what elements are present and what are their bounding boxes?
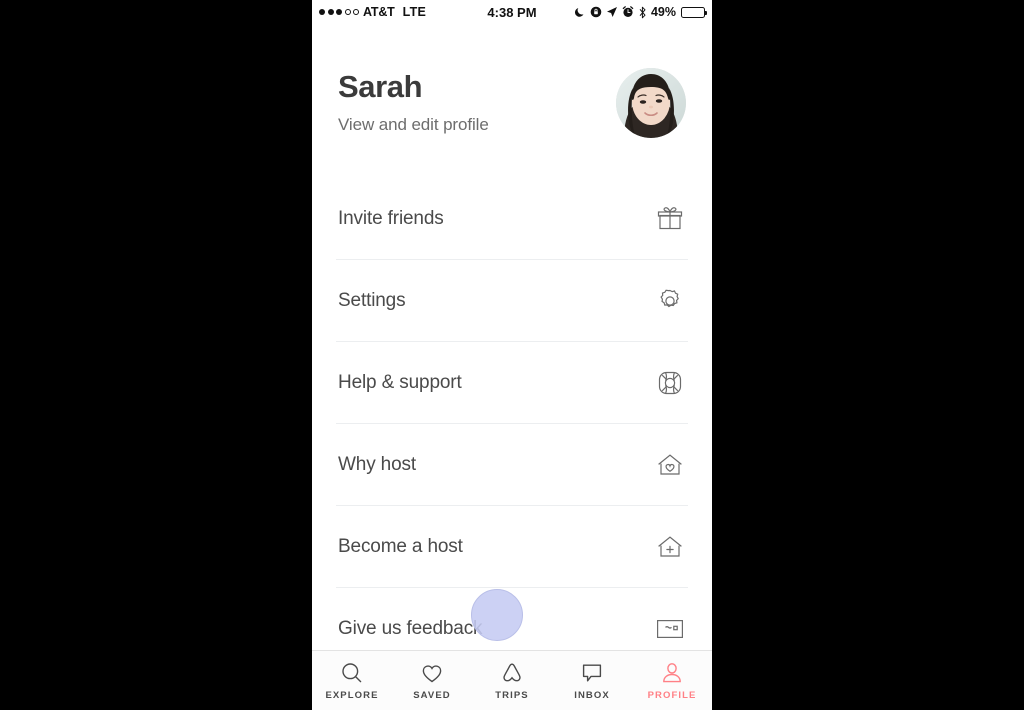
bottom-tab-bar: EXPLORE SAVED TRIPS INBOX PROFILE xyxy=(312,650,712,710)
tab-label: TRIPS xyxy=(495,690,529,701)
menu-item-label: Help & support xyxy=(338,371,462,393)
moon-icon xyxy=(574,6,586,18)
signal-dot-filled xyxy=(327,9,334,15)
avatar-photo xyxy=(616,68,686,138)
tab-profile[interactable]: PROFILE xyxy=(632,651,712,710)
life-ring-icon xyxy=(654,367,686,399)
house-heart-icon xyxy=(654,449,686,481)
tab-explore[interactable]: EXPLORE xyxy=(312,651,392,710)
menu-item-invite-friends[interactable]: Invite friends xyxy=(312,178,712,259)
status-bar: AT&T LTE 4:38 PM 49% xyxy=(312,0,712,24)
battery-icon xyxy=(681,6,707,18)
gift-icon xyxy=(654,203,686,235)
menu-item-settings[interactable]: Settings xyxy=(312,260,712,341)
tab-saved[interactable]: SAVED xyxy=(392,651,472,710)
profile-menu-list: Invite friends Settings Help & support W… xyxy=(312,178,712,670)
search-icon xyxy=(340,660,364,685)
location-arrow-icon xyxy=(606,6,618,18)
signal-dot-empty xyxy=(353,9,359,15)
avatar[interactable] xyxy=(616,68,686,138)
profile-name: Sarah xyxy=(338,69,423,105)
tab-trips[interactable]: TRIPS xyxy=(472,651,552,710)
profile-header[interactable]: Sarah View and edit profile xyxy=(312,24,712,138)
airbnb-belo-icon xyxy=(500,660,524,685)
heart-icon xyxy=(420,660,444,685)
menu-item-help-support[interactable]: Help & support xyxy=(312,342,712,423)
bluetooth-icon xyxy=(638,6,647,19)
menu-item-label: Become a host xyxy=(338,535,463,557)
speech-bubble-icon xyxy=(580,660,604,685)
menu-item-label: Settings xyxy=(338,289,406,311)
network-type-label: LTE xyxy=(402,5,427,19)
tab-label: INBOX xyxy=(574,690,610,701)
status-bar-left: AT&T LTE xyxy=(319,5,426,19)
feedback-card-icon xyxy=(654,613,686,645)
menu-item-become-a-host[interactable]: Become a host xyxy=(312,506,712,587)
profile-header-text: Sarah View and edit profile xyxy=(338,71,616,135)
tab-label: PROFILE xyxy=(647,690,697,701)
profile-subtitle: View and edit profile xyxy=(338,114,489,134)
phone-screen: AT&T LTE 4:38 PM 49% Sarah View and edit… xyxy=(312,0,712,710)
battery-percent-label: 49% xyxy=(650,5,676,19)
house-plus-icon xyxy=(654,531,686,563)
alarm-clock-icon xyxy=(622,6,634,18)
screenshot-stage: AT&T LTE 4:38 PM 49% Sarah View and edit… xyxy=(0,0,1024,710)
menu-item-label: Give us feedback xyxy=(338,617,483,639)
menu-item-label: Why host xyxy=(338,453,416,475)
signal-dot-empty xyxy=(344,9,351,15)
tab-inbox[interactable]: INBOX xyxy=(552,651,632,710)
tab-label: SAVED xyxy=(413,690,451,701)
signal-dot-filled xyxy=(336,9,342,15)
signal-dot-filled xyxy=(319,9,325,15)
status-bar-right: 49% xyxy=(574,5,707,19)
carrier-label: AT&T xyxy=(363,5,395,19)
lock-rotation-icon xyxy=(590,6,602,18)
person-icon xyxy=(660,660,684,685)
tab-label: EXPLORE xyxy=(325,690,379,701)
signal-strength-dots xyxy=(319,9,359,15)
gear-icon xyxy=(654,285,686,317)
menu-item-label: Invite friends xyxy=(338,207,444,229)
menu-item-why-host[interactable]: Why host xyxy=(312,424,712,505)
